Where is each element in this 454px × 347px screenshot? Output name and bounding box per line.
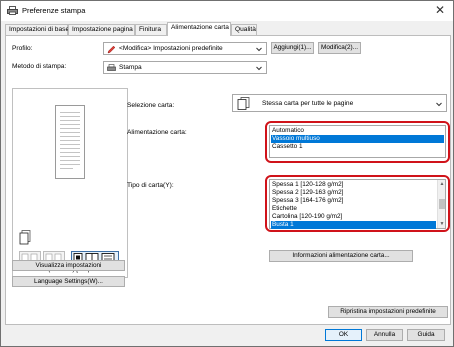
add-profile-button[interactable]: Aggiungi(1)...: [271, 42, 314, 54]
pages-icon: [237, 97, 250, 110]
paper-source-info-button[interactable]: Informazioni alimentazione carta...: [269, 250, 413, 262]
profile-select[interactable]: <Modifica> Impostazioni predefinite: [103, 42, 267, 55]
view-settings-button[interactable]: Visualizza impostazioni: [12, 260, 125, 271]
highlight-frame: [265, 175, 450, 232]
tab-page-setup[interactable]: Impostazione pagina: [68, 24, 135, 35]
page-preview: Busta N. 10 (COM10) [Proporzioni: A: [12, 88, 128, 278]
close-button[interactable]: ✕: [433, 3, 447, 17]
window-title: Preferenze stampa: [22, 6, 86, 15]
chevron-down-icon: [436, 102, 442, 107]
tab-panel: Profilo: <Modifica> Impostazioni predefi…: [5, 35, 451, 325]
printing-preferences-window: Preferenze stampa ✕ Impostazioni di base…: [0, 0, 454, 347]
print-method-select[interactable]: Stampa: [103, 61, 267, 74]
profile-value: <Modifica> Impostazioni predefinite: [119, 45, 223, 52]
chevron-down-icon: [256, 66, 262, 71]
stack-pages-icon: [19, 230, 31, 245]
page-thumbnail: [55, 105, 85, 179]
tab-finishing[interactable]: Finitura: [135, 24, 167, 35]
restore-defaults-button[interactable]: Ripristina impostazioni predefinite: [328, 306, 448, 318]
paper-selection-value: Stessa carta per tutte le pagine: [262, 100, 354, 107]
print-method-value: Stampa: [119, 64, 142, 71]
tab-quality[interactable]: Qualità: [231, 24, 257, 35]
help-button[interactable]: Guida: [407, 329, 445, 341]
print-method-label: Metodo di stampa:: [12, 63, 67, 70]
ok-button[interactable]: OK: [325, 329, 362, 341]
paper-selection-select[interactable]: Stessa carta per tutte le pagine: [232, 94, 447, 112]
pencil-icon: [107, 45, 116, 54]
paper-type-label: Tipo di carta(Y):: [127, 182, 174, 189]
tab-paper-source[interactable]: Alimentazione carta: [167, 22, 231, 36]
paper-source-label: Alimentazione carta:: [127, 129, 187, 136]
highlight-frame: [265, 121, 450, 163]
edit-profile-button[interactable]: Modifica(2)...: [318, 42, 361, 54]
profile-label: Profilo:: [12, 45, 33, 52]
printer-icon: [7, 6, 18, 15]
title-bar: Preferenze stampa ✕: [1, 1, 453, 21]
cancel-button[interactable]: Annulla: [366, 329, 403, 341]
printer-icon: [107, 64, 116, 71]
tab-basic-settings[interactable]: Impostazioni di base: [5, 24, 69, 35]
paper-selection-label: Selezione carta:: [127, 102, 175, 109]
language-settings-button[interactable]: Language Settings(W)...: [12, 276, 125, 287]
chevron-down-icon: [256, 47, 262, 52]
